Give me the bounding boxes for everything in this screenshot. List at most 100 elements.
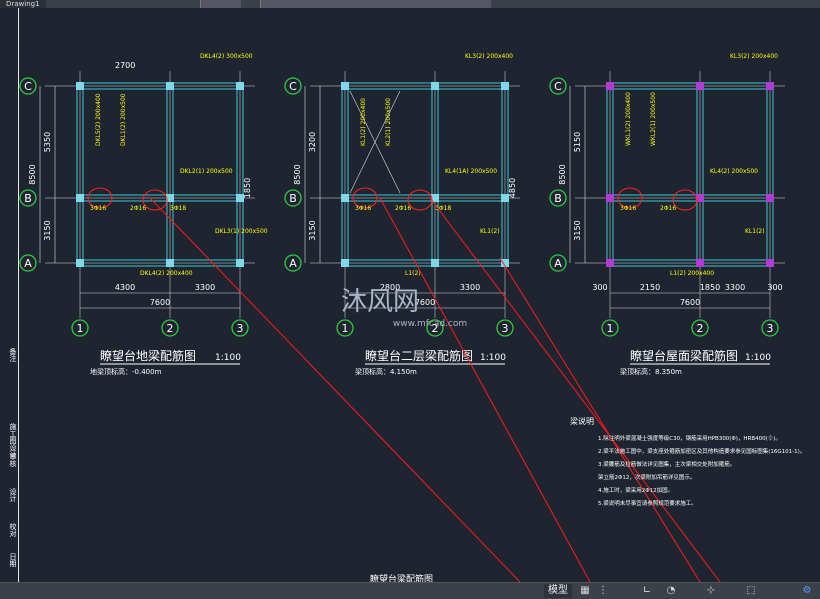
model-tab[interactable]: 模型 — [544, 584, 572, 598]
dim-text-bottom: 300 — [767, 283, 782, 292]
beam-annotation: L1(2) — [405, 270, 421, 277]
toolbar-strip-left[interactable] — [200, 0, 241, 8]
column — [766, 259, 774, 267]
beam-annotation: DKL3(1) 200x500 — [215, 228, 268, 235]
markup-circle — [407, 189, 433, 211]
column — [76, 194, 84, 202]
plan-roof — [549, 71, 785, 365]
column — [166, 259, 174, 267]
markup-leader-line — [149, 197, 521, 582]
ortho-icon[interactable]: ∟ — [640, 585, 654, 597]
plan-elevation: 梁顶标高：8.350m — [620, 367, 682, 376]
dim-text-left: 8500 — [558, 164, 567, 184]
dim-text-left: 5350 — [43, 132, 52, 152]
dim-text-left: 8500 — [28, 164, 37, 184]
plan-elevation: 地梁顶标高：-0.400m — [90, 367, 162, 376]
toolbar-strip-right[interactable] — [260, 0, 491, 8]
axis-label-row: C — [554, 80, 562, 93]
beam-annotation: KL1(2) 200x400 — [360, 98, 367, 146]
dim-text-left: 5150 — [573, 132, 582, 152]
axis-label-row: C — [289, 80, 297, 93]
beam-annotation: DKL4(2) 200x400 — [140, 270, 193, 277]
dim-text-left: 3150 — [573, 220, 582, 240]
column — [341, 259, 349, 267]
column — [76, 259, 84, 267]
rebar-annotation: 2Φ16 — [660, 205, 676, 212]
axis-label-row: B — [24, 192, 32, 205]
axis-label-col: 1 — [77, 322, 84, 335]
dim-text-bottom: 2150 — [640, 283, 660, 292]
beam-annotation: WKL2(1) 200x500 — [650, 92, 657, 146]
dim-text-bottom: 3300 — [195, 283, 215, 292]
beam-annotation: DKL1(2) 200x500 — [120, 93, 127, 146]
dim-text-bottom: 300 — [592, 283, 607, 292]
plan-scale: 1:100 — [480, 353, 506, 363]
note-line: 2.梁平法施工图中，梁支座处箍筋加密区及其他构造要求参见国标图集(16G101-… — [598, 447, 805, 455]
column — [166, 82, 174, 90]
plan-scale: 1:100 — [215, 353, 241, 363]
markup-circle — [672, 189, 698, 211]
axis-label-col: 3 — [237, 322, 244, 335]
dim-text-bottom: 3300 — [460, 283, 480, 292]
note-line: 3.梁腰筋及拉筋做法详见图集，主次梁相交处附加箍筋。 — [598, 460, 735, 468]
column — [341, 194, 349, 202]
markup-leader-line — [499, 257, 701, 582]
column — [606, 259, 614, 267]
column — [431, 259, 439, 267]
axis-label-col: 1 — [607, 322, 614, 335]
beam-annotation: KL2(1) 200x500 — [385, 98, 392, 146]
column — [431, 82, 439, 90]
drawing-canvas[interactable]: C B A 1 2 3 DKL4(2) 300x500 DKL5(2) 200x400 DKL1… — [0, 8, 820, 582]
rebar-annotation: 3Φ16 — [90, 205, 106, 212]
dim-text-left: 8500 — [293, 164, 302, 184]
beam-annotation: KL1(2) — [745, 228, 765, 235]
column — [696, 259, 704, 267]
axis-label-row: B — [554, 192, 562, 205]
axis-label-col: 2 — [167, 322, 174, 335]
polar-icon[interactable]: ◔ — [664, 585, 678, 597]
watermark-url: www.mfcad.com — [393, 319, 467, 329]
note-line: 1.除注明外梁混凝土强度等级C30，钢筋采用HPB300(Φ)，HRB400(⏀… — [598, 434, 781, 442]
dim-text-total: 7600 — [150, 298, 170, 307]
beam-annotation: L1(2) 200x400 — [670, 270, 714, 277]
note-line: 5.梁说明未尽事宜请参照规范要求施工。 — [598, 499, 697, 507]
axis-label-row: A — [289, 257, 297, 270]
snap-icon[interactable]: ⋮ — [596, 585, 610, 597]
grid-icon[interactable]: ▦ — [578, 585, 592, 597]
axis-label-row: A — [24, 257, 32, 270]
settings-icon[interactable]: ⚙ — [800, 585, 814, 597]
document-tab[interactable]: Drawing1 — [0, 0, 46, 8]
beam-annotation: KL3(2) 200x400 — [465, 53, 513, 60]
beam-annotation: DKL4(2) 300x500 — [200, 53, 253, 60]
status-bar: 模型 ▦ ⋮ ∟ ◔ ⊹ ⬚ ⚙ — [0, 582, 820, 599]
title-bar: Drawing1 — [0, 0, 820, 8]
beam-annotation: KL4(1A) 200x500 — [445, 168, 497, 175]
column — [696, 82, 704, 90]
beam-annotation: WKL1(2) 200x400 — [625, 92, 632, 146]
plan-title: 瞭望台屋面梁配筋图 — [630, 348, 738, 363]
dim-text-bottom: 3300 — [725, 283, 745, 292]
rebar-annotation: 2Φ16 — [395, 205, 411, 212]
plan-ground — [19, 71, 255, 365]
rebar-annotation: 3Φ16 — [620, 205, 636, 212]
beam-annotation: KL1(2) — [480, 228, 500, 235]
dim-text-top: 2700 — [115, 61, 135, 70]
dim-text-total: 7600 — [680, 298, 700, 307]
dim-text-right: 1850 — [243, 178, 252, 198]
note-line: 架立筋2Φ12，次梁附加吊筋详见图示。 — [598, 473, 695, 481]
dim-text-right: 4850 — [508, 178, 517, 198]
annotation-icon[interactable]: ⬚ — [744, 585, 758, 597]
dim-text-left: 3200 — [308, 132, 317, 152]
beam-annotation: KL4(2) 200x500 — [710, 168, 758, 175]
dim-text-left: 3150 — [308, 220, 317, 240]
axis-label-row: C — [24, 80, 32, 93]
column — [606, 194, 614, 202]
dim-text-bottom: 4300 — [115, 283, 135, 292]
osnap-icon[interactable]: ⊹ — [704, 585, 718, 597]
axis-label-col: 3 — [767, 322, 774, 335]
plan-title: 瞭望台二层梁配筋图 — [365, 348, 473, 363]
plan-scale: 1:100 — [745, 353, 771, 363]
axis-label-col: 3 — [502, 322, 509, 335]
column — [76, 82, 84, 90]
column — [236, 259, 244, 267]
